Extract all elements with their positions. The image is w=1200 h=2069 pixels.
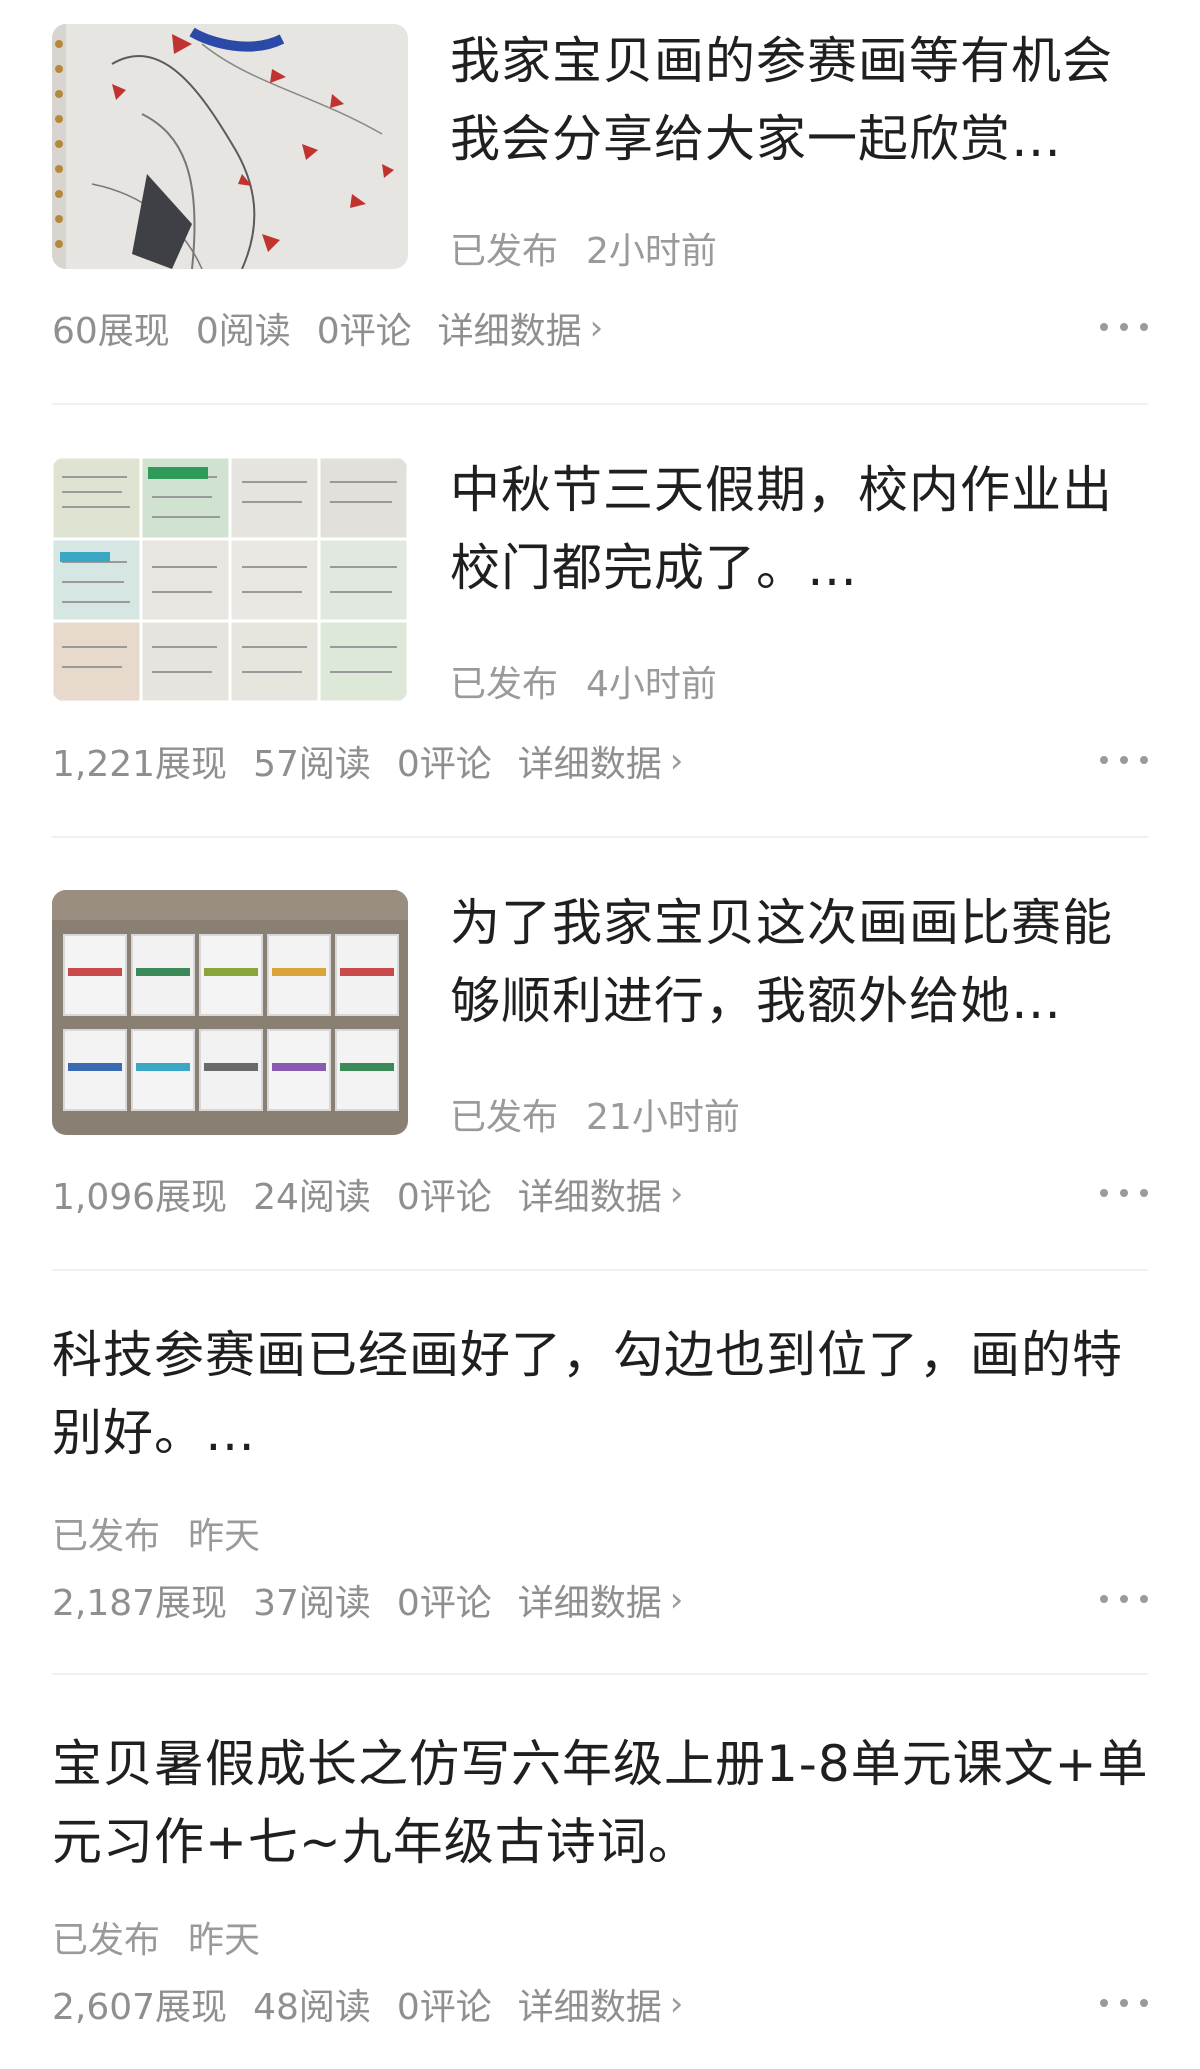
- impressions-count: 2,187展现: [52, 1583, 228, 1624]
- chevron-right-icon: ›: [589, 308, 604, 348]
- chevron-right-icon: ›: [669, 1174, 684, 1214]
- impressions-count: 1,221展现: [52, 744, 228, 785]
- publish-status: 已发布 昨天: [52, 1507, 260, 1559]
- article-item[interactable]: 为了我家宝贝这次画画比赛能够顺利进行，我额外给她… 已发布 21小时前 1,096…: [0, 838, 1200, 1271]
- article-item[interactable]: 中秋节三天假期，校内作业出校门都完成了。… 已发布 4小时前 1,221展现 57…: [0, 405, 1200, 838]
- comments-count: 0评论: [396, 1987, 492, 2028]
- article-thumbnail[interactable]: [52, 24, 408, 269]
- chevron-right-icon: ›: [669, 741, 684, 781]
- reads-count: 0阅读: [195, 311, 291, 352]
- impressions-count: 2,607展现: [52, 1987, 228, 2028]
- homework-collage-icon: [52, 457, 408, 702]
- drawing-thumbnail-icon: [52, 24, 408, 269]
- comments-count: 0评论: [396, 744, 492, 785]
- more-options-icon[interactable]: [1100, 745, 1148, 775]
- reads-count: 57阅读: [253, 744, 371, 785]
- reads-count: 48阅读: [253, 1987, 371, 2028]
- status-label: 已发布: [450, 1097, 559, 1138]
- comments-count: 0评论: [316, 311, 412, 352]
- detail-data-link[interactable]: 详细数据 ›: [518, 1978, 684, 2030]
- publish-status: 已发布 2小时前: [450, 222, 717, 274]
- more-options-icon[interactable]: [1100, 1584, 1148, 1614]
- publish-status: 已发布 昨天: [52, 1911, 260, 1963]
- reads-count: 24阅读: [253, 1177, 371, 1218]
- detail-data-label: 详细数据: [437, 311, 582, 352]
- more-options-icon[interactable]: [1100, 312, 1148, 342]
- chevron-right-icon: ›: [669, 1984, 684, 2024]
- more-options-icon[interactable]: [1100, 1988, 1148, 2018]
- article-feed: 我家宝贝画的参赛画等有机会我会分享给大家一起欣赏… 已发布 2小时前 60展现 0…: [0, 0, 1200, 2069]
- article-title[interactable]: 科技参赛画已经画好了，勾边也到位了，画的特别好。…: [52, 1316, 1152, 1472]
- publish-time: 昨天: [188, 1920, 261, 1961]
- publish-status: 已发布 4小时前: [450, 655, 717, 707]
- more-options-icon[interactable]: [1100, 1178, 1148, 1208]
- article-thumbnail[interactable]: [52, 890, 408, 1135]
- detail-data-label: 详细数据: [517, 1987, 662, 2028]
- status-label: 已发布: [450, 664, 559, 705]
- detail-data-link[interactable]: 详细数据 ›: [518, 735, 684, 787]
- publish-time: 昨天: [188, 1516, 261, 1557]
- comments-count: 0评论: [396, 1177, 492, 1218]
- detail-data-label: 详细数据: [517, 744, 662, 785]
- publish-time: 2小时前: [586, 231, 717, 272]
- status-label: 已发布: [52, 1920, 161, 1961]
- status-label: 已发布: [52, 1516, 161, 1557]
- article-stats: 1,221展现 57阅读 0评论 详细数据 ›: [52, 735, 709, 787]
- detail-data-link[interactable]: 详细数据 ›: [518, 1574, 684, 1626]
- chevron-right-icon: ›: [669, 1580, 684, 1620]
- publish-status: 已发布 21小时前: [450, 1088, 740, 1140]
- article-item[interactable]: 科技参赛画已经画好了，勾边也到位了，画的特别好。… 已发布 昨天 2,187展现 …: [0, 1271, 1200, 1675]
- article-stats: 60展现 0阅读 0评论 详细数据 ›: [52, 302, 629, 354]
- detail-data-link[interactable]: 详细数据 ›: [438, 302, 604, 354]
- article-title[interactable]: 我家宝贝画的参赛画等有机会我会分享给大家一起欣赏…: [450, 22, 1150, 178]
- article-title[interactable]: 中秋节三天假期，校内作业出校门都完成了。…: [450, 451, 1150, 607]
- publish-time: 4小时前: [586, 664, 717, 705]
- article-stats: 1,096展现 24阅读 0评论 详细数据 ›: [52, 1168, 709, 1220]
- marker-boxes-icon: [52, 890, 408, 1135]
- status-label: 已发布: [450, 231, 559, 272]
- impressions-count: 60展现: [52, 311, 170, 352]
- article-stats: 2,187展现 37阅读 0评论 详细数据 ›: [52, 1574, 709, 1626]
- article-title[interactable]: 为了我家宝贝这次画画比赛能够顺利进行，我额外给她…: [450, 884, 1150, 1040]
- article-thumbnail[interactable]: [52, 457, 408, 702]
- reads-count: 37阅读: [253, 1583, 371, 1624]
- impressions-count: 1,096展现: [52, 1177, 228, 1218]
- detail-data-label: 详细数据: [517, 1583, 662, 1624]
- article-stats: 2,607展现 48阅读 0评论 详细数据 ›: [52, 1978, 709, 2030]
- comments-count: 0评论: [396, 1583, 492, 1624]
- article-item[interactable]: 我家宝贝画的参赛画等有机会我会分享给大家一起欣赏… 已发布 2小时前 60展现 0…: [0, 0, 1200, 405]
- publish-time: 21小时前: [586, 1097, 740, 1138]
- article-title[interactable]: 宝贝暑假成长之仿写六年级上册1-8单元课文+单元习作+七~九年级古诗词。: [52, 1725, 1152, 1881]
- detail-data-link[interactable]: 详细数据 ›: [518, 1168, 684, 1220]
- article-item[interactable]: 宝贝暑假成长之仿写六年级上册1-8单元课文+单元习作+七~九年级古诗词。 已发布…: [0, 1675, 1200, 2069]
- detail-data-label: 详细数据: [517, 1177, 662, 1218]
